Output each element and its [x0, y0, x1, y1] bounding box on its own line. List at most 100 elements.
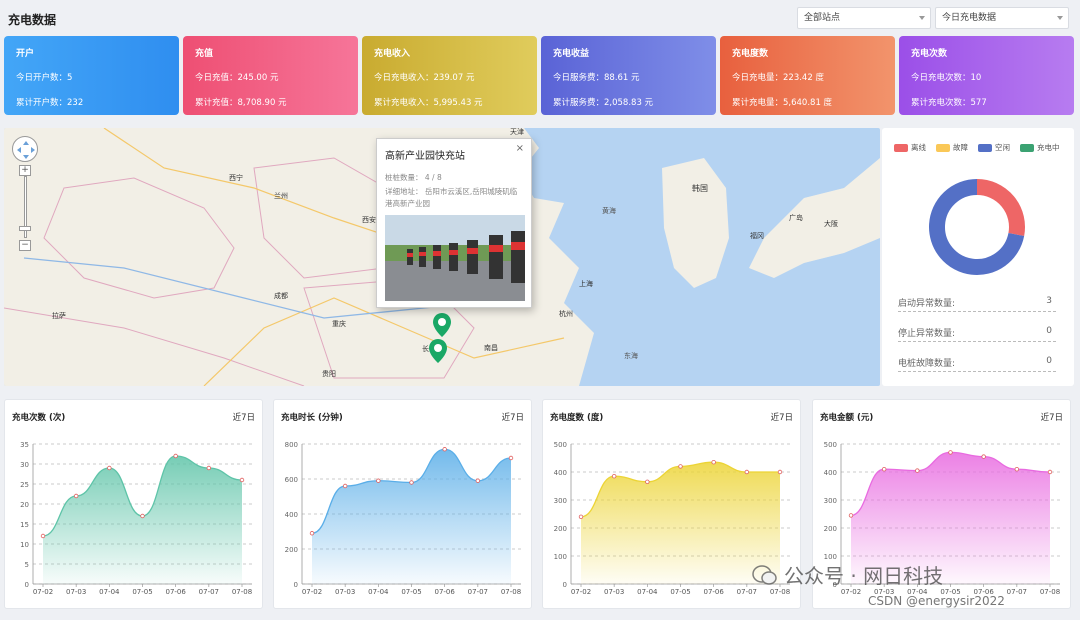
x-tick-label: 07-08 [501, 588, 521, 596]
city-label: 福冈 [750, 231, 764, 240]
y-tick-label: 10 [20, 541, 29, 549]
x-tick-label: 07-04 [637, 588, 658, 596]
chevron-down-icon [1057, 16, 1063, 20]
y-tick-label: 800 [285, 441, 298, 449]
data-point [711, 460, 716, 465]
chart-panel-count: 充电次数 (次) 近7日 0 5 10 15 20 25 30 35 07-02 07-03 07-04… [4, 399, 263, 609]
legend-swatch [936, 143, 950, 152]
station-marker-icon[interactable] [428, 338, 448, 364]
close-icon[interactable]: × [516, 143, 524, 154]
land-korea [662, 158, 729, 288]
x-tick-label: 07-02 [841, 588, 861, 596]
y-tick-label: 0 [563, 581, 567, 589]
card-total: 累计服务费：2,058.83 元 [553, 98, 654, 108]
data-point [107, 465, 112, 471]
legend-fault[interactable]: 故障 [936, 142, 968, 153]
card-title: 充电次数 [911, 49, 948, 59]
data-point [611, 474, 617, 479]
popup-address: 详细地址： 岳阳市云溪区,岳阳城陵矶临港高新产业园 [385, 187, 518, 208]
card-title: 充电收益 [553, 49, 590, 59]
x-tick-label: 07-03 [604, 588, 624, 596]
x-tick-label: 07-07 [1007, 588, 1027, 596]
city-label: 贵阳 [322, 369, 336, 378]
data-point [981, 454, 986, 459]
city-label: 成都 [274, 291, 288, 300]
city-label: 杭州 [559, 309, 573, 318]
chart-title: 充电次数 (次) [12, 413, 66, 423]
status-donut-chart [929, 179, 1025, 275]
data-point [848, 513, 854, 518]
y-tick-label: 500 [824, 441, 837, 449]
y-tick-label: 30 [20, 461, 29, 469]
zoom-handle[interactable] [19, 226, 31, 231]
chart-title: 充电度数 (度) [550, 413, 604, 423]
donut-slice-离线[interactable] [976, 179, 1025, 236]
card-total: 累计充电量：5,640.81 度 [732, 98, 833, 108]
watermark-brand: 公众号 · 网日科技 [752, 560, 943, 589]
legend-offline[interactable]: 离线 [894, 142, 926, 153]
wechat-icon [752, 564, 777, 585]
city-label: 韩国 [692, 183, 708, 193]
range-select[interactable]: 今日充电数据 [935, 7, 1069, 29]
city-label: 天津 [510, 128, 524, 136]
zoom-in-button[interactable]: + [19, 165, 31, 176]
card-today: 今日充电量：223.42 度 [732, 73, 824, 83]
data-point [678, 464, 683, 469]
stat-stop-error: 停止异常数量: 0 [898, 326, 1056, 342]
x-tick-label: 07-02 [302, 588, 322, 596]
chart-range[interactable]: 近7日 [771, 411, 793, 423]
station-select-value: 全部站点 [804, 13, 841, 23]
y-tick-label: 600 [285, 476, 298, 484]
chart-range[interactable]: 近7日 [502, 411, 524, 423]
legend-swatch [1020, 143, 1034, 152]
card-total: 累计开户数：232 [16, 98, 84, 108]
x-tick-label: 07-08 [770, 588, 790, 596]
chevron-down-icon [919, 16, 925, 20]
legend-label: 故障 [953, 143, 968, 152]
chart-range[interactable]: 近7日 [233, 411, 255, 423]
stat-value: 0 [1046, 326, 1052, 336]
zoom-out-button[interactable]: − [19, 240, 31, 251]
x-tick-label: 07-02 [33, 588, 53, 596]
city-label: 西宁 [229, 173, 243, 182]
y-tick-label: 0 [25, 581, 29, 589]
y-tick-label: 500 [554, 441, 567, 449]
stat-label: 启动异常数量: [898, 299, 956, 309]
sea-label: 黄海 [602, 206, 616, 215]
data-point [777, 469, 783, 475]
city-label: 大阪 [824, 219, 838, 228]
data-point [206, 465, 212, 471]
card-recharge: 充值 今日充值：245.00 元累计充值：8,708.90 元 [183, 36, 358, 115]
card-today: 今日充电收入：239.07 元 [374, 73, 475, 83]
legend-label: 充电中 [1037, 143, 1060, 152]
legend-idle[interactable]: 空闲 [978, 142, 1010, 153]
data-point [342, 483, 348, 489]
card-today: 今日充值：245.00 元 [195, 73, 279, 83]
data-point [578, 514, 584, 519]
card-title: 充电度数 [732, 49, 769, 59]
card-today: 今日充电次数：10 [911, 73, 982, 83]
page-title: 充电数据 [8, 13, 57, 27]
y-tick-label: 20 [20, 501, 29, 509]
station-marker-icon[interactable] [432, 312, 452, 338]
chart-panel-duration: 充电时长 (分钟) 近7日 0 200 400 600 800 07-02 07-03 07-04… [273, 399, 532, 609]
station-select[interactable]: 全部站点 [797, 7, 931, 29]
legend-charging[interactable]: 充电中 [1020, 142, 1060, 153]
data-point [475, 478, 481, 483]
data-point [40, 533, 46, 539]
city-label: 兰州 [274, 191, 288, 200]
card-title: 充电收入 [374, 49, 411, 59]
chart-duration: 0 200 400 600 800 07-02 07-03 07-04 07-05 07-06 07… [285, 441, 522, 596]
y-tick-label: 25 [20, 481, 29, 489]
stat-value: 3 [1046, 296, 1052, 306]
y-tick-label: 200 [285, 546, 298, 554]
stat-value: 0 [1046, 356, 1052, 366]
land-japan [749, 158, 880, 278]
map-pan-control[interactable] [12, 136, 38, 162]
data-point [73, 493, 79, 499]
stat-label: 停止异常数量: [898, 329, 956, 339]
card-title: 充值 [195, 49, 214, 59]
station-photo [385, 215, 525, 301]
x-tick-label: 07-08 [1040, 588, 1060, 596]
chart-range[interactable]: 近7日 [1041, 411, 1063, 423]
